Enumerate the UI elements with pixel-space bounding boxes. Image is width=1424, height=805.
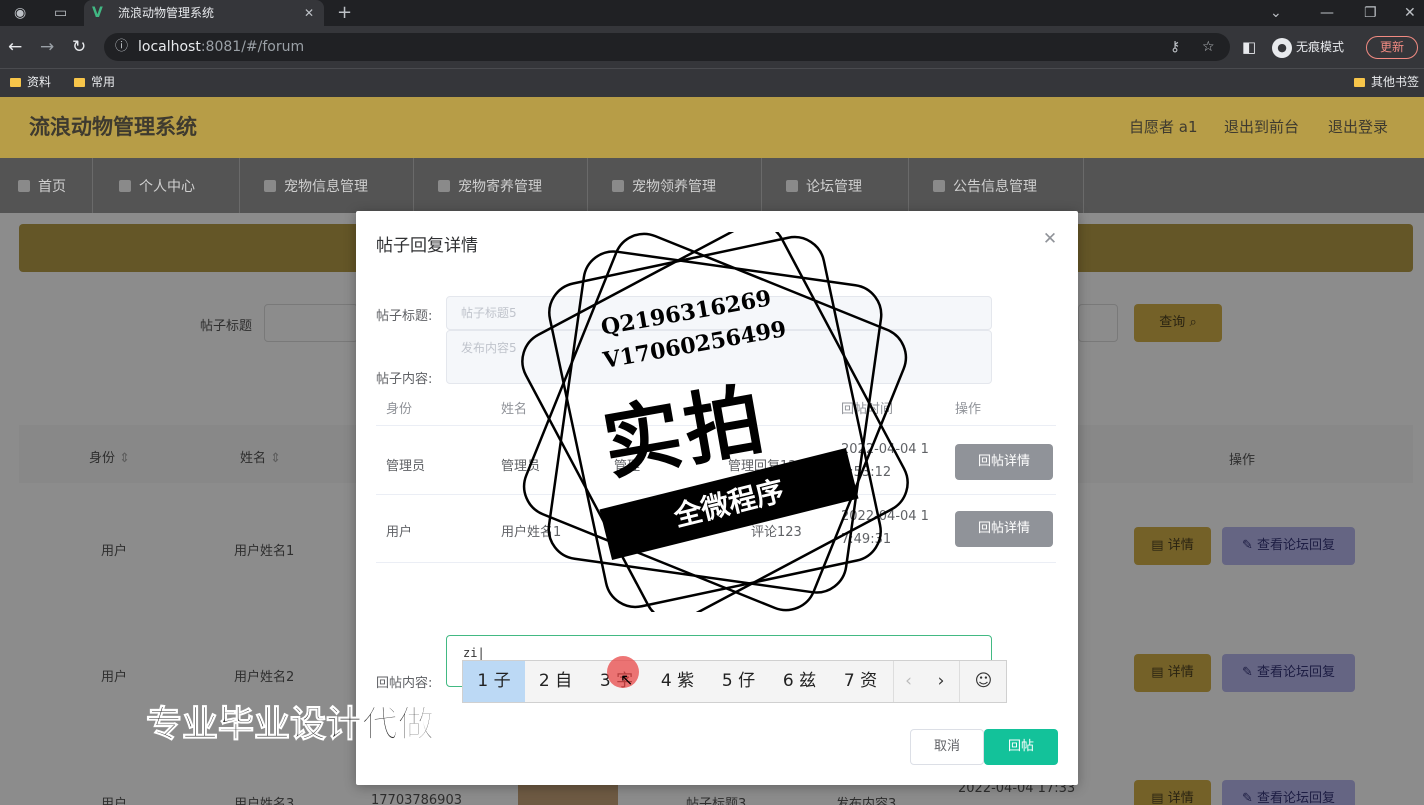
submit-reply-button[interactable]: 回帖 (984, 729, 1058, 765)
url-path: :8081/#/forum (200, 39, 305, 55)
side-panel-icon[interactable]: ◧ (1242, 26, 1256, 68)
ime-candidate-7[interactable]: 7 资 (830, 661, 891, 702)
ime-prev-icon[interactable]: ‹ (893, 661, 923, 702)
logout-link[interactable]: 退出登录 (1328, 97, 1388, 158)
user-icon (119, 180, 131, 192)
forum-icon (786, 180, 798, 192)
reply-detail-button[interactable]: 回帖详情 (955, 511, 1053, 547)
incognito-label: 无痕模式 (1296, 40, 1345, 54)
reply-content-value: zi (463, 646, 478, 660)
browser-tab-active[interactable]: V 流浪动物管理系统 ✕ (84, 0, 324, 26)
new-tab-icon[interactable]: + (337, 0, 352, 26)
incognito-indicator[interactable]: ● 无痕模式 (1272, 26, 1344, 68)
bookmark-folder-other[interactable]: 其他书签 (1354, 68, 1419, 97)
bookmark-label: 其他书签 (1371, 75, 1420, 89)
ime-candidate-1[interactable]: 1 子 (463, 661, 525, 702)
reply-row-role: 管理员 (386, 459, 426, 474)
close-icon[interactable]: ✕ (1041, 227, 1059, 251)
folder-icon (74, 78, 85, 87)
mouse-cursor-icon: ↖ (620, 670, 634, 689)
app-header (0, 97, 1424, 158)
post-content-label: 帖子内容: (376, 372, 433, 387)
update-button[interactable]: 更新 (1366, 36, 1418, 59)
back-icon[interactable]: ← (8, 26, 22, 68)
notice-icon (933, 180, 945, 192)
menu-label: 首页 (38, 179, 66, 195)
menu-label: 宠物领养管理 (632, 179, 716, 195)
document-icon (438, 180, 450, 192)
reply-content-label: 回帖内容: (376, 676, 433, 691)
reply-col-role: 身份 (386, 402, 413, 417)
site-info-icon[interactable]: ⓘ (115, 33, 128, 61)
ime-candidate-4[interactable]: 4 紫 (647, 661, 708, 702)
paw-icon (612, 180, 624, 192)
tab-overview-icon[interactable]: ▭ (54, 0, 67, 26)
maximize-icon[interactable]: ❐ (1364, 0, 1377, 26)
ime-candidate-2[interactable]: 2 自 (525, 661, 586, 702)
vue-logo-icon: V (92, 5, 103, 21)
star-icon: ★ (617, 522, 641, 552)
app-title: 流浪动物管理系统 (29, 115, 197, 139)
reply-row-role: 用户 (386, 525, 413, 540)
menu-label: 宠物寄养管理 (458, 179, 542, 195)
bookmark-folder-0[interactable]: 资料 (10, 68, 51, 97)
dialog-title: 帖子回复详情 (376, 236, 478, 256)
menu-item-profile[interactable]: 个人中心 (93, 158, 240, 213)
post-title-label: 帖子标题: (376, 309, 433, 324)
minimize-icon[interactable]: — (1320, 0, 1334, 26)
menu-label: 宠物信息管理 (284, 179, 368, 195)
menu-label: 论坛管理 (806, 179, 862, 195)
bookmark-label: 资料 (27, 75, 52, 89)
menu-item-foster[interactable]: 宠物寄养管理 (414, 158, 588, 213)
key-icon[interactable]: ⚷ (1170, 33, 1180, 61)
address-bar[interactable]: ⓘ localhost:8081/#/forum ⚷ ☆ (104, 33, 1230, 61)
emoji-icon[interactable]: ☺ (959, 661, 1007, 702)
menu-label: 公告信息管理 (953, 179, 1037, 195)
menu-item-forum[interactable]: 论坛管理 (762, 158, 909, 213)
ime-candidate-6[interactable]: 6 兹 (769, 661, 830, 702)
tab-search-icon[interactable]: ⌄ (1270, 0, 1282, 26)
text-caret: | (477, 646, 485, 660)
bookmark-folder-1[interactable]: 常用 (74, 68, 115, 97)
browser-menu-icon[interactable]: ◉ (14, 0, 26, 26)
close-window-icon[interactable]: ✕ (1404, 0, 1416, 26)
ime-candidate-5[interactable]: 5 仔 (708, 661, 769, 702)
user-label: 自愿者 a1 (1129, 118, 1198, 136)
forward-icon[interactable]: → (40, 26, 54, 68)
menu-label: 个人中心 (139, 179, 195, 195)
watermark-bottom-text: 专业毕业设计代做 (145, 704, 435, 746)
folder-icon (10, 78, 21, 87)
bookmarks-bar (0, 68, 1424, 97)
home-icon (18, 180, 30, 192)
menu-item-adopt[interactable]: 宠物领养管理 (588, 158, 762, 213)
reply-detail-button[interactable]: 回帖详情 (955, 444, 1053, 480)
ime-candidate-bar: 1 子 2 自 3 字 4 紫 5 仔 6 兹 7 资 ‹ › ☺ (462, 660, 1007, 703)
cancel-button[interactable]: 取消 (910, 729, 984, 765)
pet-icon (264, 180, 276, 192)
browser-tab-title: 流浪动物管理系统 (118, 6, 215, 20)
ime-next-icon[interactable]: › (926, 661, 956, 702)
folder-icon (1354, 78, 1365, 87)
incognito-icon: ● (1272, 37, 1292, 58)
menu-item-home[interactable]: 首页 (0, 158, 93, 213)
close-tab-icon[interactable]: ✕ (304, 0, 314, 26)
reply-col-action: 操作 (955, 402, 982, 417)
star-icon: ★ (831, 464, 855, 494)
to-front-link[interactable]: 退出到前台 (1224, 97, 1299, 158)
menu-item-notice[interactable]: 公告信息管理 (909, 158, 1084, 213)
bookmark-label: 常用 (91, 75, 116, 89)
bookmark-star-icon[interactable]: ☆ (1202, 33, 1215, 61)
menu-item-pet-info[interactable]: 宠物信息管理 (240, 158, 414, 213)
url-host: localhost (138, 39, 201, 55)
reload-icon[interactable]: ↻ (72, 26, 86, 68)
